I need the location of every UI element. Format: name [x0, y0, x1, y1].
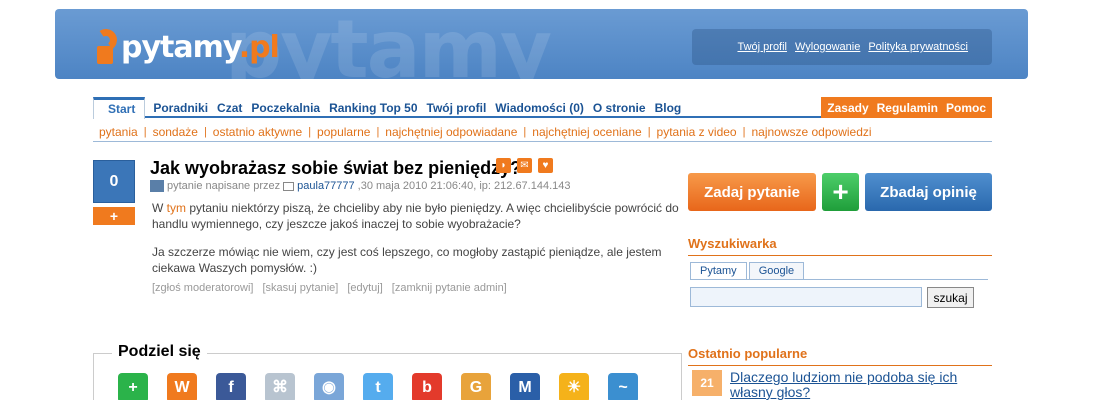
nav-right: Zasady Regulamin Pomoc: [821, 97, 992, 118]
site-logo[interactable]: pytamy.pl: [93, 27, 280, 67]
fish-icon[interactable]: ~: [608, 373, 638, 400]
ask-question-button[interactable]: Zadaj pytanie: [688, 173, 816, 211]
vote-count: 0: [93, 160, 135, 203]
sub-nav: pytania | sondaże | ostatnio aktywne | popu…: [93, 123, 992, 142]
subnav-najnowsze-odpowiedzi[interactable]: najnowsze odpowiedzi: [745, 125, 877, 139]
question-title: Jak wyobrażasz sobie świat bez pieniędzy…: [150, 158, 522, 178]
popular-item: 21 Dlaczego ludziom nie podoba się ich w…: [692, 370, 980, 400]
rss-icon[interactable]: ◗: [496, 158, 511, 173]
edit-link[interactable]: [edytuj]: [347, 282, 382, 294]
add-icon[interactable]: +: [118, 373, 148, 400]
question-meta: pytanie napisane przez paula77777 ,30 ma…: [150, 180, 571, 192]
email-icon[interactable]: ✉: [517, 158, 532, 173]
subnav-pytania-z-video[interactable]: pytania z video: [651, 125, 743, 139]
google-buzz-icon[interactable]: G: [461, 373, 491, 400]
logo-text: pytamy.pl: [121, 29, 280, 65]
vote-plus-button[interactable]: +: [93, 207, 135, 225]
subnav-ostatnio-aktywne[interactable]: ostatnio aktywne: [207, 125, 308, 139]
blip-icon[interactable]: b: [412, 373, 442, 400]
nav-item-start[interactable]: Start: [93, 96, 146, 119]
author-link[interactable]: paula77777: [297, 180, 355, 192]
share-icons: + Wf ⌘ ◉ t b G M ☀ ~: [118, 373, 638, 400]
reference-link[interactable]: tym: [167, 201, 186, 215]
user-links: Twój profil Wylogowanie Polityka prywatn…: [692, 29, 992, 65]
search-input[interactable]: [690, 287, 922, 307]
mouse-icon[interactable]: ◉: [314, 373, 344, 400]
question-paragraph: W tym pytaniu niektórzy piszą, że chciel…: [152, 201, 679, 231]
subnav-najchetniej-oceniane[interactable]: najchętniej oceniane: [526, 125, 647, 139]
myspace-icon[interactable]: M: [510, 373, 540, 400]
favorite-icon[interactable]: ♥: [538, 158, 553, 173]
nav-item-blog[interactable]: Blog: [655, 101, 682, 115]
question-body: W tym pytaniu niektórzy piszą, że chciel…: [152, 200, 686, 288]
tab-pytamy[interactable]: Pytamy: [690, 262, 747, 279]
nav-item-poradniki[interactable]: Poradniki: [153, 101, 208, 115]
main-nav: Start Poradniki Czat Poczekalnia Ranking…: [93, 96, 992, 119]
nav-item-zasady[interactable]: Zasady: [827, 101, 868, 115]
popular-rank-badge: 21: [692, 370, 722, 396]
report-moderator-link[interactable]: [zgłoś moderatorowi]: [152, 282, 254, 294]
nav-item-czat[interactable]: Czat: [217, 101, 242, 115]
logout-link[interactable]: Wylogowanie: [795, 41, 860, 53]
subnav-pytania[interactable]: pytania: [93, 125, 144, 139]
facebook-icon[interactable]: f: [216, 373, 246, 400]
question-actions: [zgłoś moderatorowi] [skasuj pytanie] [e…: [152, 282, 507, 294]
nav-item-poczekalnia[interactable]: Poczekalnia: [251, 101, 320, 115]
meta-prefix: pytanie napisane przez: [167, 180, 281, 192]
search-tabs: Pytamy Google: [690, 262, 988, 280]
share-title: Podziel się: [112, 343, 207, 361]
nav-item-o-stronie[interactable]: O stronie: [593, 101, 646, 115]
delete-question-link[interactable]: [skasuj pytanie]: [263, 282, 339, 294]
add-button[interactable]: +: [822, 173, 859, 211]
popular-heading: Ostatnio popularne: [688, 346, 992, 366]
site-header: pytamy pytamy.pl Twój profil Wylogowanie…: [55, 9, 1028, 79]
profile-link[interactable]: Twój profil: [737, 41, 787, 53]
search-button[interactable]: szukaj: [927, 287, 974, 308]
nav-item-wiadomosci[interactable]: Wiadomości (0): [495, 101, 584, 115]
search-heading: Wyszukiwarka: [688, 236, 992, 256]
logo-mark-icon: [93, 27, 119, 65]
nav-item-regulamin[interactable]: Regulamin: [877, 101, 938, 115]
meta-suffix: ,30 maja 2010 21:06:40, ip: 212.67.144.1…: [357, 180, 571, 192]
twitter-icon[interactable]: t: [363, 373, 393, 400]
subnav-popularne[interactable]: popularne: [311, 125, 376, 139]
nav-item-pomoc[interactable]: Pomoc: [946, 101, 986, 115]
subnav-sondaze[interactable]: sondaże: [147, 125, 204, 139]
nav-item-ranking[interactable]: Ranking Top 50: [329, 101, 417, 115]
subnav-najchetniej-odpowiadane[interactable]: najchętniej odpowiadane: [379, 125, 523, 139]
question-paragraph: Ja szczerze mówiąc nie wiem, czy jest co…: [152, 245, 662, 275]
wykop-icon[interactable]: W: [167, 373, 197, 400]
privacy-policy-link[interactable]: Polityka prywatności: [868, 41, 968, 53]
user-avatar-icon: [150, 180, 164, 192]
tab-google[interactable]: Google: [748, 262, 805, 279]
popular-question-link[interactable]: Dlaczego ludziom nie podoba się ich włas…: [730, 370, 980, 400]
question-tools: ◗ ✉ ♥: [496, 158, 553, 173]
close-question-link[interactable]: [zamknij pytanie admin]: [392, 282, 507, 294]
nav-item-twoj-profil[interactable]: Twój profil: [427, 101, 487, 115]
sun-icon[interactable]: ☀: [559, 373, 589, 400]
network-icon[interactable]: ⌘: [265, 373, 295, 400]
poll-button[interactable]: Zbadaj opinię: [865, 173, 992, 211]
message-icon[interactable]: [283, 181, 295, 191]
